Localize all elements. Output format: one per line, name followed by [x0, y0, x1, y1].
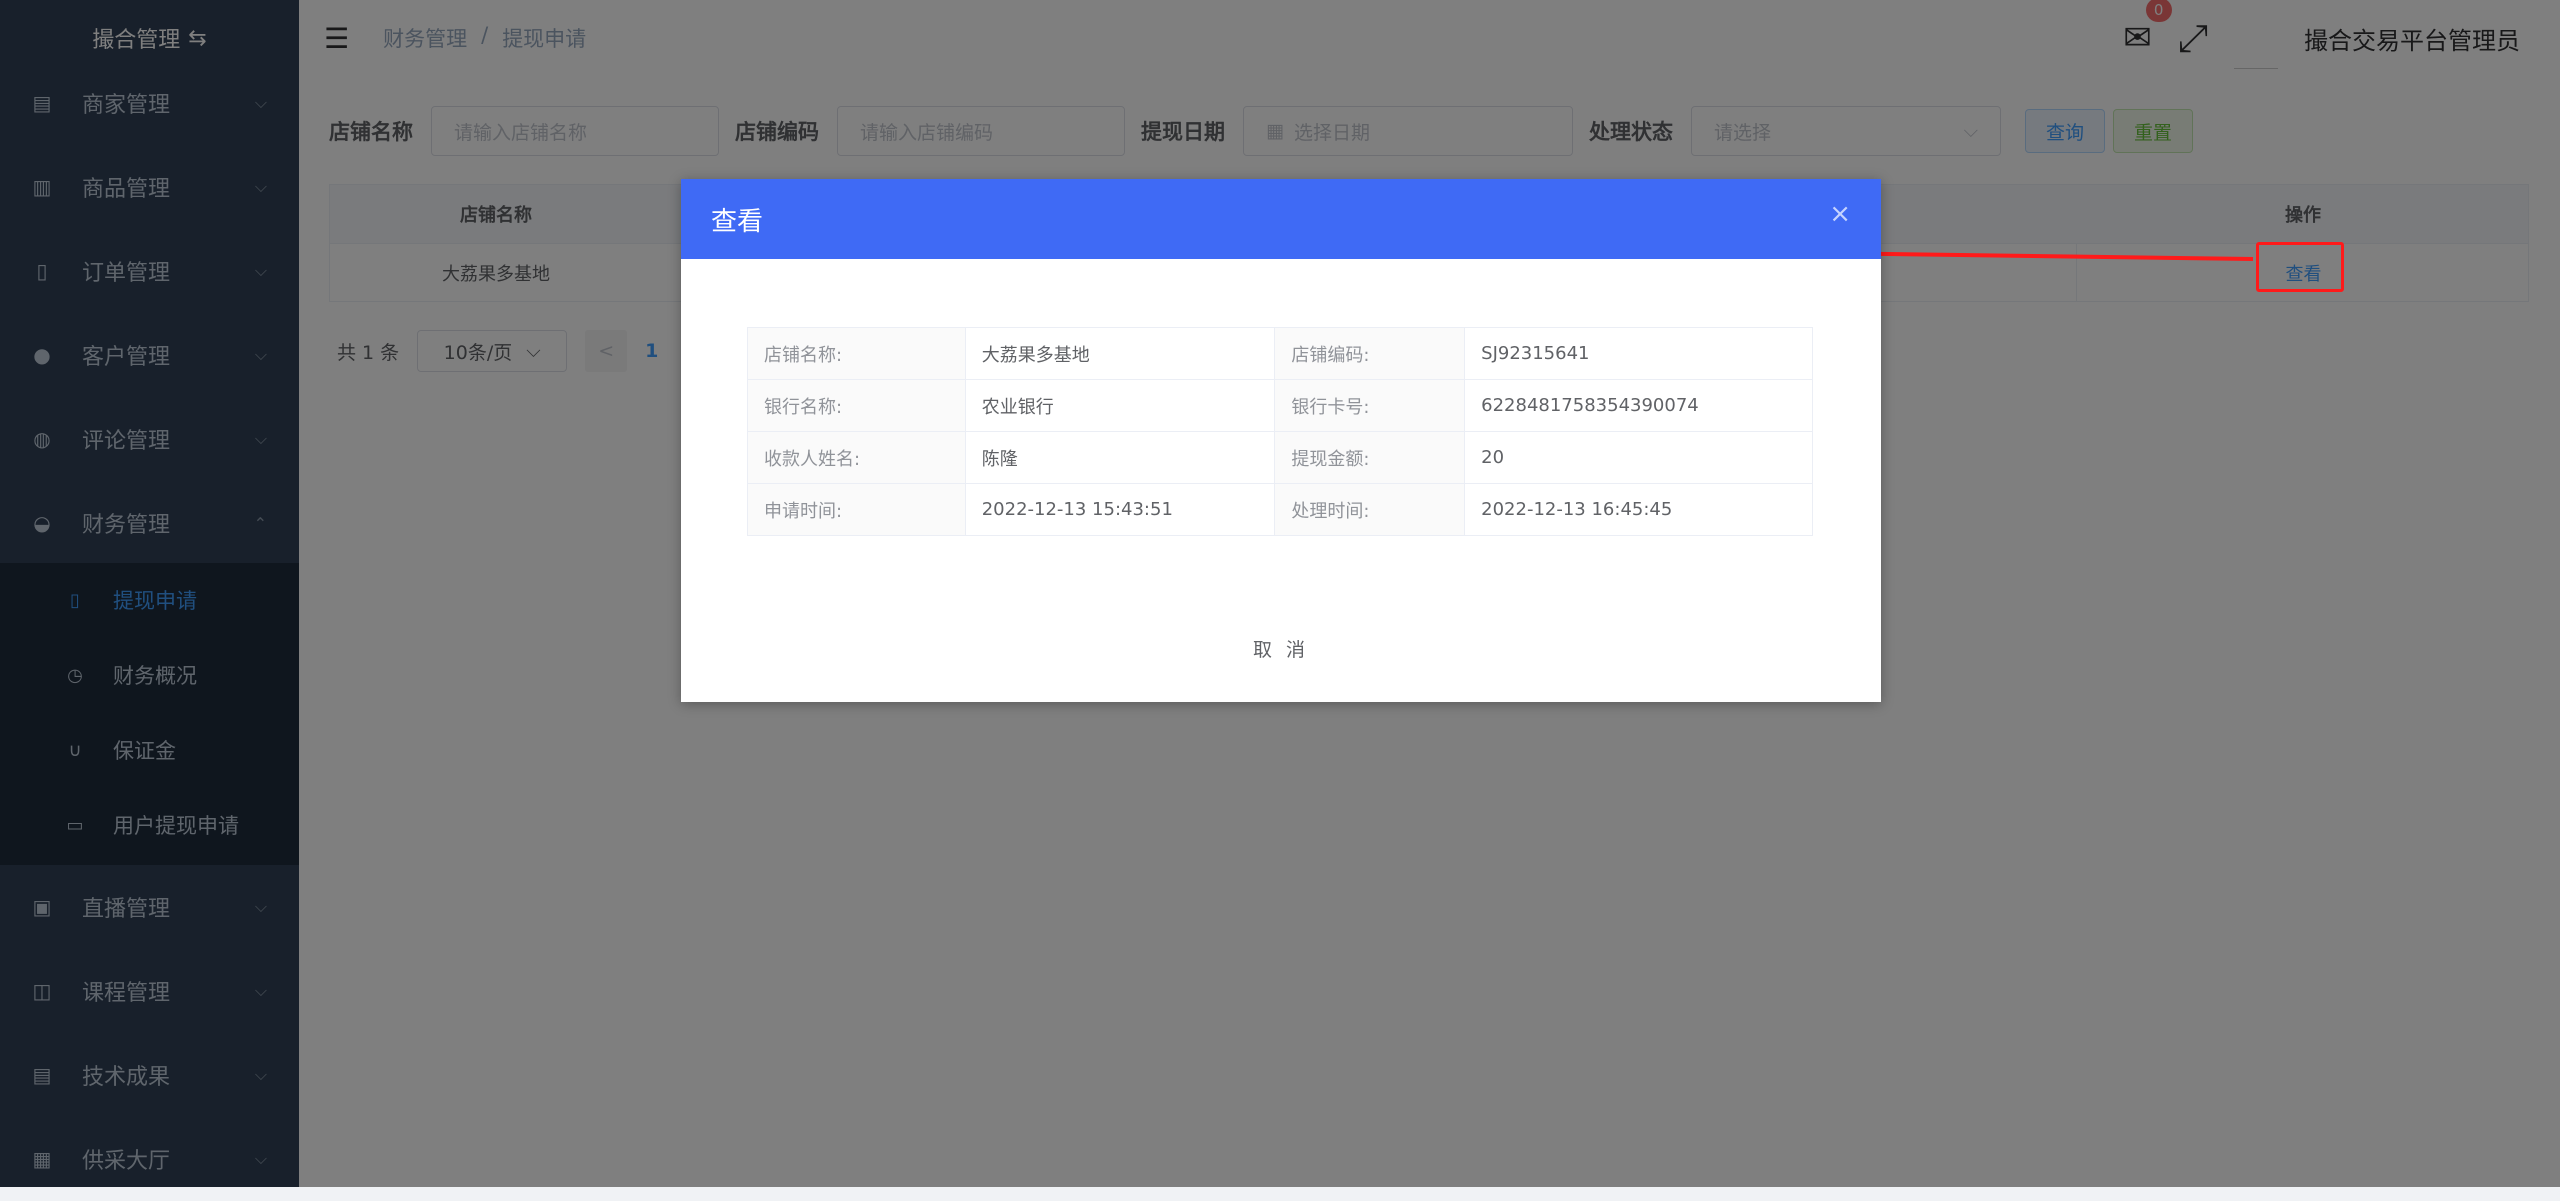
detail-value: 陈隆 [964, 431, 1276, 484]
detail-value: 6228481758354390074 [1464, 379, 1813, 432]
detail-label: 收款人姓名: [747, 431, 966, 484]
detail-label: 提现金额: [1274, 431, 1466, 484]
annotation-box [2256, 242, 2344, 292]
detail-value: 2022-12-13 15:43:51 [964, 483, 1276, 536]
view-dialog: 查看 × 店铺名称: 大荔果多基地 店铺编码: SJ92315641 银行名称:… [681, 179, 1881, 702]
detail-label: 店铺名称: [747, 327, 966, 380]
detail-label: 银行名称: [747, 379, 966, 432]
detail-row: 申请时间: 2022-12-13 15:43:51 处理时间: 2022-12-… [747, 483, 1813, 536]
detail-row: 收款人姓名: 陈隆 提现金额: 20 [747, 431, 1813, 484]
detail-label: 处理时间: [1274, 483, 1466, 536]
dialog-header: 查看 × [681, 179, 1881, 259]
detail-value: SJ92315641 [1464, 327, 1813, 380]
detail-value: 大荔果多基地 [964, 327, 1276, 380]
detail-label: 申请时间: [747, 483, 966, 536]
detail-row: 银行名称: 农业银行 银行卡号: 6228481758354390074 [747, 379, 1813, 432]
close-icon[interactable]: × [1829, 199, 1851, 229]
detail-value: 20 [1464, 431, 1813, 484]
detail-label: 银行卡号: [1274, 379, 1466, 432]
detail-row: 店铺名称: 大荔果多基地 店铺编码: SJ92315641 [747, 327, 1813, 380]
detail-value: 农业银行 [964, 379, 1276, 432]
dialog-title: 查看 [711, 207, 764, 237]
cancel-button[interactable]: 取 消 [681, 635, 1881, 662]
detail-label: 店铺编码: [1274, 327, 1466, 380]
detail-table: 店铺名称: 大荔果多基地 店铺编码: SJ92315641 银行名称: 农业银行… [747, 327, 1813, 536]
detail-value: 2022-12-13 16:45:45 [1464, 483, 1813, 536]
